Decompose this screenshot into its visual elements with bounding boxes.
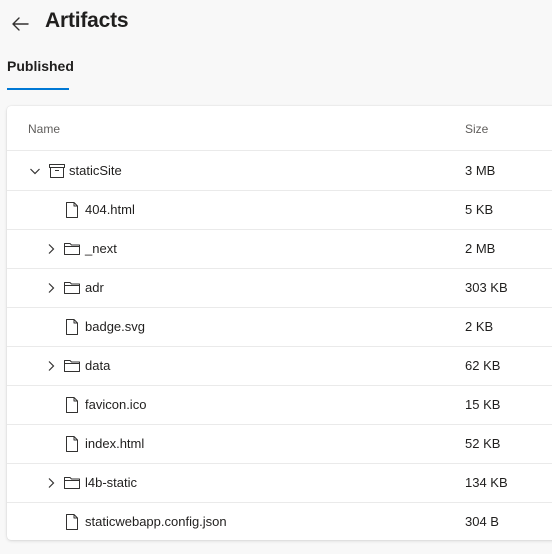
folder-icon: [64, 475, 80, 491]
row-size: 52 KB: [465, 436, 501, 451]
row-name[interactable]: staticwebapp.config.json: [85, 514, 227, 529]
table-header: Name Size: [7, 106, 552, 151]
file-icon: [64, 397, 80, 413]
row-name[interactable]: adr: [85, 280, 104, 295]
folder-icon: [64, 358, 80, 374]
table-row[interactable]: favicon.ico 15 KB: [7, 385, 552, 425]
artifact-icon: [49, 163, 65, 179]
table-row[interactable]: _next 2 MB: [7, 229, 552, 269]
folder-icon: [64, 241, 80, 257]
row-name[interactable]: 404.html: [85, 202, 135, 217]
page-title: Artifacts: [45, 9, 129, 32]
artifacts-table: Name Size staticSite 3 MB 404.html 5 KB _nex…: [7, 106, 552, 540]
tab-selected-indicator: [7, 88, 69, 90]
row-name[interactable]: index.html: [85, 436, 144, 451]
chevron-right-icon[interactable]: [44, 281, 58, 295]
back-button[interactable]: [8, 12, 32, 36]
table-row[interactable]: staticSite 3 MB: [7, 151, 552, 191]
back-arrow-icon: [12, 17, 29, 31]
file-icon: [64, 202, 80, 218]
row-size: 62 KB: [465, 358, 501, 373]
page-header: Artifacts: [0, 0, 552, 48]
table-row[interactable]: badge.svg 2 KB: [7, 307, 552, 347]
row-size: 15 KB: [465, 397, 501, 412]
chevron-right-icon[interactable]: [44, 359, 58, 373]
table-row[interactable]: data 62 KB: [7, 346, 552, 386]
chevron-right-icon[interactable]: [44, 476, 58, 490]
row-name[interactable]: _next: [85, 241, 117, 256]
row-size: 5 KB: [465, 202, 494, 217]
row-name[interactable]: favicon.ico: [85, 397, 146, 412]
tab-published[interactable]: Published: [7, 58, 74, 90]
column-header-name[interactable]: Name: [28, 122, 60, 136]
column-header-size[interactable]: Size: [465, 122, 488, 136]
table-row[interactable]: l4b-static 134 KB: [7, 463, 552, 503]
table-row[interactable]: staticwebapp.config.json 304 B: [7, 502, 552, 541]
row-name[interactable]: l4b-static: [85, 475, 137, 490]
row-size: 303 KB: [465, 280, 508, 295]
row-name[interactable]: badge.svg: [85, 319, 145, 334]
row-size: 2 KB: [465, 319, 494, 334]
folder-icon: [64, 280, 80, 296]
row-size: 134 KB: [465, 475, 508, 490]
file-icon: [64, 436, 80, 452]
row-size: 304 B: [465, 514, 499, 529]
row-name[interactable]: data: [85, 358, 110, 373]
tab-label: Published: [7, 58, 74, 74]
chevron-right-icon[interactable]: [44, 242, 58, 256]
file-icon: [64, 514, 80, 530]
chevron-down-icon[interactable]: [28, 164, 42, 178]
table-row[interactable]: index.html 52 KB: [7, 424, 552, 464]
table-row[interactable]: 404.html 5 KB: [7, 190, 552, 230]
file-icon: [64, 319, 80, 335]
row-size: 2 MB: [465, 241, 496, 256]
row-size: 3 MB: [465, 163, 496, 178]
row-name[interactable]: staticSite: [69, 163, 122, 178]
table-row[interactable]: adr 303 KB: [7, 268, 552, 308]
